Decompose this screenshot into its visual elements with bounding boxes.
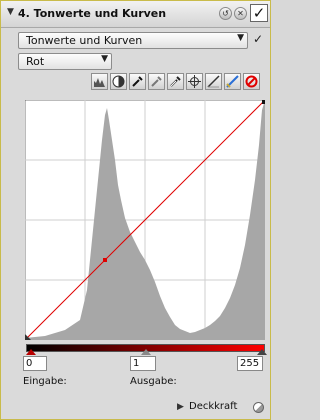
- close-icon[interactable]: ✕: [234, 7, 247, 20]
- mode-dropdown[interactable]: Tonwerte und Kurven ▼: [18, 32, 248, 49]
- enable-checkbox[interactable]: ✓: [250, 4, 268, 22]
- panel-title: 4. Tonwerte und Kurven: [18, 7, 167, 20]
- white-point-input[interactable]: 255: [237, 356, 263, 371]
- linear-curve-button[interactable]: [205, 73, 222, 90]
- expand-triangle-icon[interactable]: ▶: [177, 402, 184, 412]
- white-eyedropper-button[interactable]: [167, 73, 184, 90]
- target-button[interactable]: [186, 73, 203, 90]
- white-eyedropper-icon: [170, 76, 181, 87]
- curve-control-point[interactable]: [103, 258, 107, 262]
- mode-dropdown-value: Tonwerte und Kurven: [26, 34, 143, 47]
- input-label: Eingabe:: [23, 376, 67, 387]
- channel-dropdown[interactable]: Rot ▼: [18, 53, 112, 70]
- gray-eyedropper-button[interactable]: [148, 73, 165, 90]
- opacity-label: Deckkraft: [189, 401, 238, 412]
- pencil-curve-icon: [226, 75, 239, 88]
- gamma-handle[interactable]: [141, 349, 151, 355]
- pencil-curve-button[interactable]: [224, 73, 241, 90]
- black-eyedropper-button[interactable]: [129, 73, 146, 90]
- histogram-button[interactable]: [91, 73, 108, 90]
- channel-dropdown-value: Rot: [26, 55, 45, 68]
- reset-red-icon: [245, 75, 258, 88]
- curve-endpoint-white[interactable]: [262, 100, 265, 104]
- target-icon: [188, 75, 201, 88]
- black-point-handle[interactable]: [26, 349, 36, 355]
- collapse-triangle-icon[interactable]: ▼: [7, 7, 14, 17]
- output-label: Ausgabe:: [130, 376, 177, 387]
- mode-checkbox[interactable]: ✓: [253, 32, 263, 46]
- tone-curves-panel: ▼ 4. Tonwerte und Kurven ↺ ✕ ✓ Tonwerte …: [0, 0, 271, 420]
- curve-graph[interactable]: [25, 100, 265, 340]
- gray-eyedropper-icon: [151, 76, 162, 87]
- black-point-input[interactable]: 0: [23, 356, 47, 371]
- chevron-down-icon: ▼: [101, 54, 108, 64]
- white-point-handle[interactable]: [257, 349, 267, 355]
- chevron-down-icon: ▼: [237, 33, 244, 43]
- reset-curve-button[interactable]: [243, 73, 260, 90]
- opacity-dial-icon[interactable]: [253, 402, 264, 413]
- contrast-icon: [112, 75, 125, 88]
- black-eyedropper-icon: [132, 76, 143, 87]
- gamma-input[interactable]: 1: [130, 356, 156, 371]
- histogram-icon: [94, 78, 105, 87]
- linear-curve-icon: [207, 75, 220, 88]
- reset-icon[interactable]: ↺: [219, 7, 232, 20]
- panel-titlebar: ▼ 4. Tonwerte und Kurven ↺ ✕ ✓: [1, 1, 270, 28]
- contrast-button[interactable]: [110, 73, 127, 90]
